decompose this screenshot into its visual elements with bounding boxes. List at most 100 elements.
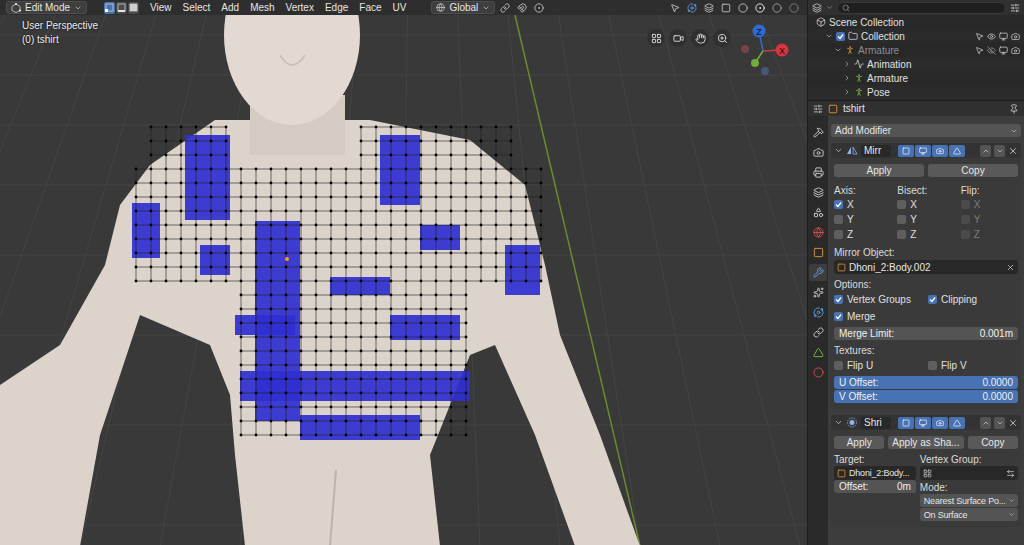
properties-tab[interactable]: [809, 144, 827, 161]
checkbox[interactable]: [897, 230, 906, 239]
filter-icon[interactable]: [1010, 3, 1020, 13]
toggle-ortho-button[interactable]: [647, 29, 665, 47]
clear-icon[interactable]: [1006, 263, 1015, 272]
menu-item[interactable]: Face: [355, 2, 385, 13]
modifier-toggle[interactable]: [898, 145, 914, 157]
merge-limit-field[interactable]: Merge Limit:0.001m: [834, 327, 1018, 340]
overlay-button[interactable]: [702, 1, 716, 14]
xray-button[interactable]: [719, 1, 733, 14]
outliner-row[interactable]: Pose: [808, 85, 1024, 99]
modifier-toggle[interactable]: [932, 417, 948, 429]
wireframe-shading-button[interactable]: [736, 1, 750, 14]
checkbox[interactable]: [834, 295, 843, 304]
outliner-row[interactable]: Animation: [808, 57, 1024, 71]
menu-item[interactable]: Add: [217, 2, 243, 13]
zoom-button[interactable]: [713, 29, 731, 47]
move-up-button[interactable]: [980, 417, 991, 429]
modifier-toggle[interactable]: [915, 145, 931, 157]
checkbox-option[interactable]: Flip U: [834, 358, 924, 373]
menu-item[interactable]: Select: [179, 2, 215, 13]
mode-dropdown[interactable]: On Surface: [920, 508, 1018, 521]
outliner-row[interactable]: Armature: [808, 43, 1024, 57]
select-mode-button[interactable]: [128, 2, 139, 14]
tshirt-mesh[interactable]: [132, 126, 542, 440]
properties-tab[interactable]: [809, 204, 827, 221]
checkbox-option[interactable]: Y: [897, 212, 954, 227]
outliner-row[interactable]: Armature: [808, 71, 1024, 85]
checkbox[interactable]: [928, 295, 937, 304]
checkbox-option[interactable]: X: [897, 197, 954, 212]
modifier-toggle[interactable]: [949, 417, 965, 429]
checkbox[interactable]: [834, 215, 843, 224]
move-up-button[interactable]: [980, 145, 991, 157]
outliner-row[interactable]: Collection: [808, 29, 1024, 43]
modifier-button[interactable]: Apply: [834, 164, 924, 177]
select-toggle-icon[interactable]: [975, 46, 984, 55]
properties-tab[interactable]: [809, 324, 827, 341]
invert-icon[interactable]: [1006, 469, 1015, 478]
3d-scene[interactable]: [0, 15, 807, 545]
render-shading-button[interactable]: [787, 1, 801, 14]
checkbox[interactable]: [834, 200, 843, 209]
close-icon[interactable]: [1008, 418, 1018, 428]
checkbox-option[interactable]: Clipping: [928, 292, 1018, 307]
outliner-search[interactable]: [837, 2, 1006, 14]
offset-field[interactable]: Offset:0m: [834, 480, 916, 493]
modifier-name-field[interactable]: Shri: [861, 417, 891, 429]
solid-shading-button[interactable]: [753, 1, 767, 14]
viewport-toggle-icon[interactable]: [999, 32, 1008, 41]
select-mode-button[interactable]: [104, 2, 115, 14]
eye-icon[interactable]: [987, 32, 996, 41]
checkbox-option[interactable]: X: [834, 197, 891, 212]
viewport-toggle-icon[interactable]: [999, 46, 1008, 55]
expand-icon[interactable]: [843, 74, 851, 82]
checkbox[interactable]: [897, 215, 906, 224]
properties-tab[interactable]: [809, 164, 827, 181]
outliner-row[interactable]: Scene Collection: [808, 15, 1024, 29]
expand-icon[interactable]: [834, 46, 842, 54]
collection-checkbox[interactable]: [836, 32, 845, 41]
move-down-button[interactable]: [994, 417, 1005, 429]
properties-tab[interactable]: [809, 264, 827, 281]
menu-item[interactable]: Mesh: [246, 2, 278, 13]
mirror-object-field[interactable]: Dhoni_2:Body.002: [834, 260, 1018, 274]
close-icon[interactable]: [1008, 146, 1018, 156]
menu-item[interactable]: Edge: [321, 2, 352, 13]
modifier-toggle[interactable]: [949, 145, 965, 157]
render-toggle-icon[interactable]: [1011, 32, 1020, 41]
properties-tab[interactable]: [809, 364, 827, 381]
mode-dropdown[interactable]: Edit Mode: [6, 1, 87, 14]
eye-closed-icon[interactable]: [987, 46, 996, 55]
camera-view-button[interactable]: [669, 29, 687, 47]
expand-icon[interactable]: [825, 32, 833, 40]
modifier-name-field[interactable]: Mirr: [861, 145, 891, 157]
modifier-button[interactable]: Copy: [968, 436, 1018, 449]
vertex-group-field[interactable]: [920, 466, 1018, 480]
properties-tab[interactable]: [809, 184, 827, 201]
checkbox[interactable]: [834, 361, 843, 370]
target-field[interactable]: Dhoni_2:Body...: [834, 466, 916, 480]
expand-icon[interactable]: [843, 60, 851, 68]
selectability-button[interactable]: [668, 1, 682, 14]
properties-tab[interactable]: [809, 124, 827, 141]
checkbox-option[interactable]: Flip V: [928, 358, 1018, 373]
checkbox-option[interactable]: Vertex Groups: [834, 292, 924, 307]
properties-tab[interactable]: [809, 284, 827, 301]
pin-icon[interactable]: [1009, 104, 1019, 114]
render-toggle-icon[interactable]: [1011, 46, 1020, 55]
pan-button[interactable]: [691, 29, 709, 47]
modifier-toggle[interactable]: [898, 417, 914, 429]
move-down-button[interactable]: [994, 145, 1005, 157]
offset-field[interactable]: U Offset:0.0000: [834, 376, 1018, 389]
modifier-toggle[interactable]: [915, 417, 931, 429]
checkbox[interactable]: [834, 312, 843, 321]
add-modifier-dropdown[interactable]: Add Modifier: [831, 124, 1021, 137]
gizmo-button[interactable]: [685, 1, 699, 14]
proportional-button[interactable]: [532, 1, 546, 14]
snap-button[interactable]: [515, 1, 529, 14]
menu-item[interactable]: UV: [389, 2, 411, 13]
modifier-toggle[interactable]: [932, 145, 948, 157]
checkbox-option[interactable]: Merge: [834, 309, 924, 324]
navigation-gizmo[interactable]: ZX: [735, 21, 795, 81]
pivot-button[interactable]: [498, 1, 512, 14]
